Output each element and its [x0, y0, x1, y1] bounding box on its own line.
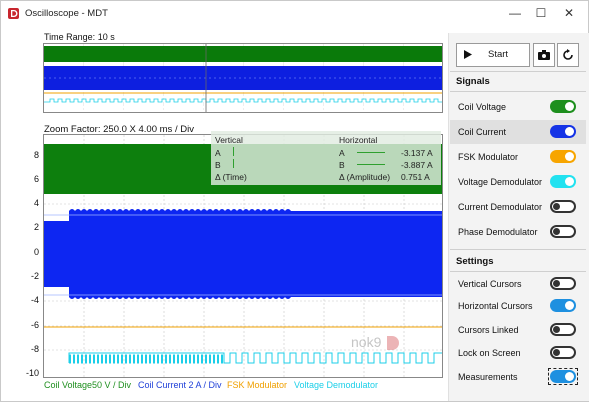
setting-label-lock-on-screen: Lock on Screen [458, 348, 521, 358]
separator [450, 271, 586, 272]
signal-label-fsk-modulator: FSK Modulator [458, 152, 519, 162]
separator [450, 249, 586, 250]
toggle-vertical-cursors[interactable] [550, 277, 576, 290]
toggle-current-demodulator[interactable] [550, 200, 576, 213]
y-tick-label: 6 [33, 174, 39, 184]
overview-plot[interactable] [43, 43, 443, 113]
setting-label-cursors-linked: Cursors Linked [458, 325, 519, 335]
y-tick-label: 8 [33, 150, 39, 160]
legend-coil-voltage: Coil Voltage50 V / Div [44, 380, 132, 390]
cursor-measurement-panel: Vertical Horizontal A B Δ (Time) A -3.13… [211, 131, 441, 185]
signals-heading: Signals [456, 76, 490, 87]
horizontal-cursor-a: A [339, 148, 345, 158]
camera-icon [538, 50, 550, 60]
window-title: Oscilloscope - MDT [25, 8, 108, 19]
vertical-cursor-title: Vertical [215, 135, 243, 145]
vertical-delta-time: Δ (Time) [215, 172, 247, 182]
toggle-fsk-modulator[interactable] [550, 150, 576, 163]
vertical-b-swatch [233, 159, 234, 168]
y-tick-label: -8 [30, 344, 39, 354]
reset-button[interactable] [557, 43, 579, 67]
coil-current-envelope-bottom [69, 297, 291, 299]
watermark-d-icon [387, 336, 400, 351]
maximize-button[interactable]: ☐ [531, 5, 551, 21]
signal-label-coil-current: Coil Current [458, 127, 507, 137]
legend-voltage-demodulator: Voltage Demodulator [294, 380, 379, 390]
signal-label-phase-demodulator: Phase Demodulator [458, 227, 538, 237]
separator [450, 71, 586, 72]
separator [450, 91, 586, 92]
vertical-cursor-b: B [215, 160, 221, 170]
setting-label-vertical-cursors: Vertical Cursors [458, 279, 522, 289]
vertical-cursor-a: A [215, 148, 221, 158]
settings-heading: Settings [456, 256, 494, 267]
toggle-cursors-linked[interactable] [550, 323, 576, 336]
signal-label-coil-voltage: Coil Voltage [458, 102, 507, 112]
y-tick-label: 2 [33, 222, 39, 232]
y-tick-label: 0 [33, 247, 39, 257]
overview-waveforms [44, 44, 442, 112]
horizontal-cursor-title: Horizontal [339, 135, 378, 145]
voltage-demodulator-trace [68, 352, 442, 364]
vertical-a-swatch [233, 147, 234, 156]
watermark-text: nok9 [351, 334, 382, 350]
legend-fsk-modulator: FSK Modulator [227, 380, 288, 390]
app-logo-icon [8, 8, 19, 19]
horizontal-b-swatch [357, 164, 385, 165]
horizontal-delta-amplitude: Δ (Amplitude) [339, 172, 391, 182]
y-tick-label: 4 [33, 198, 39, 208]
toggle-coil-current[interactable] [550, 125, 576, 138]
toggle-horizontal-cursors[interactable] [550, 299, 576, 312]
overview-voltage-band [44, 46, 442, 62]
horizontal-b-value: -3.887 A [401, 160, 433, 170]
y-tick-label: -2 [30, 271, 39, 281]
toggle-measurements[interactable] [550, 370, 576, 383]
y-tick-label: -6 [30, 320, 39, 330]
legend-coil-current: Coil Current 2 A / Div [138, 380, 222, 390]
toggle-phase-demodulator[interactable] [550, 225, 576, 238]
y-tick-label: -10 [25, 368, 39, 378]
watermark-logo: nok9 [351, 334, 400, 351]
oscilloscope-window: Oscilloscope - MDT — ☐ ✕ Time Range: 10 … [0, 0, 589, 402]
setting-label-measurements: Measurements [458, 372, 518, 382]
coil-current-trace [69, 211, 442, 297]
signal-label-current-demodulator: Current Demodulator [458, 202, 543, 212]
coil-current-lead-in [44, 221, 69, 287]
coil-current-envelope-top [69, 209, 291, 211]
horizontal-a-swatch [357, 152, 385, 153]
minimize-button[interactable]: — [505, 5, 525, 21]
close-button[interactable]: ✕ [559, 5, 579, 21]
horizontal-cursor-b: B [339, 160, 345, 170]
start-label: Start [488, 49, 509, 60]
overview-current-band [44, 66, 442, 90]
toggle-coil-voltage[interactable] [550, 100, 576, 113]
time-range-label: Time Range: 10 s [44, 32, 115, 42]
play-icon [464, 50, 472, 59]
horizontal-delta-value: 0.751 A [401, 172, 430, 182]
setting-label-horizontal-cursors: Horizontal Cursors [458, 301, 533, 311]
toggle-voltage-demodulator[interactable] [550, 175, 576, 188]
signal-label-voltage-demodulator: Voltage Demodulator [458, 177, 543, 187]
start-button[interactable]: Start [456, 43, 530, 67]
title-bar: Oscilloscope - MDT — ☐ ✕ [1, 1, 588, 27]
screenshot-button[interactable] [533, 43, 555, 67]
toggle-lock-on-screen[interactable] [550, 346, 576, 359]
refresh-icon [563, 49, 573, 60]
horizontal-a-value: -3.137 A [401, 148, 433, 158]
y-tick-label: -4 [30, 295, 39, 305]
